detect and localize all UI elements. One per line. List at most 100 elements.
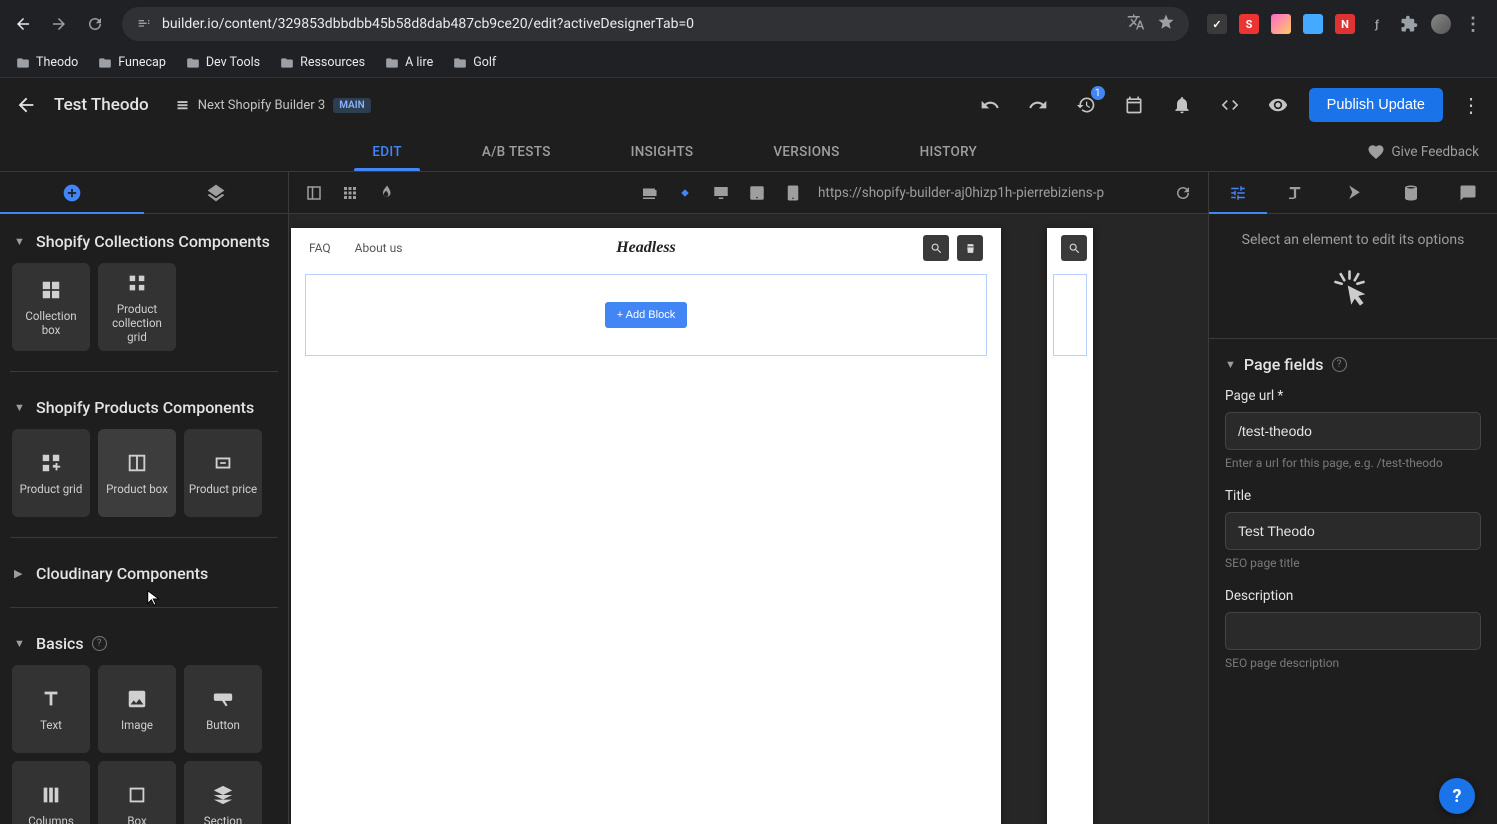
- browser-menu-icon[interactable]: ⋮: [1463, 14, 1483, 34]
- preview-frame-mobile[interactable]: [1047, 228, 1093, 824]
- profile-avatar[interactable]: [1431, 14, 1451, 34]
- browser-back-button[interactable]: [8, 9, 38, 39]
- page-url-input[interactable]: [1225, 412, 1481, 450]
- tab-history[interactable]: HISTORY: [880, 132, 1017, 171]
- cart-icon[interactable]: [957, 235, 983, 261]
- section-shopify-collections[interactable]: ▼ Shopify Collections Components: [10, 220, 278, 261]
- preview-frame-desktop[interactable]: FAQ About us Headless + Add Block: [291, 228, 1001, 824]
- tablet-button[interactable]: [742, 178, 772, 208]
- tab-abtests[interactable]: A/B TESTS: [442, 132, 591, 171]
- animate-tab[interactable]: [1324, 172, 1382, 213]
- more-options-button[interactable]: ⋮: [1457, 93, 1485, 117]
- bookmark-item[interactable]: Golf: [445, 51, 504, 74]
- section-basics[interactable]: ▼ Basics ?: [10, 622, 278, 663]
- component-columns[interactable]: Columns: [12, 761, 90, 824]
- back-button[interactable]: [12, 91, 40, 119]
- extension-icon[interactable]: ƒ: [1367, 14, 1387, 34]
- help-fab-button[interactable]: ?: [1439, 778, 1475, 814]
- chevron-down-icon: ▼: [14, 235, 28, 248]
- component-collection-box[interactable]: Collection box: [12, 263, 90, 351]
- columns-icon: [37, 781, 65, 809]
- layout-panel-button[interactable]: [299, 178, 329, 208]
- component-button[interactable]: Button: [184, 665, 262, 753]
- preview-button[interactable]: [1261, 88, 1295, 122]
- page-fields-header[interactable]: ▼ Page fields ?: [1225, 355, 1481, 374]
- desktop-wide-button[interactable]: [670, 178, 700, 208]
- extension-icon[interactable]: ✓: [1207, 14, 1227, 34]
- chevron-down-icon: ▼: [1225, 358, 1236, 371]
- layers-tab[interactable]: [144, 172, 288, 213]
- code-button[interactable]: [1213, 88, 1247, 122]
- preview-url[interactable]: https://shopify-builder-aj0hizp1h-pierre…: [818, 185, 1158, 201]
- app-header: Test Theodo Next Shopify Builder 3 MAIN …: [0, 78, 1497, 132]
- tab-insights[interactable]: INSIGHTS: [591, 132, 734, 171]
- chat-tab[interactable]: [1439, 172, 1497, 213]
- search-icon[interactable]: [1061, 235, 1087, 261]
- redo-button[interactable]: [1021, 88, 1055, 122]
- notifications-button[interactable]: [1165, 88, 1199, 122]
- section-cloudinary[interactable]: ▶ Cloudinary Components: [10, 552, 278, 593]
- model-context[interactable]: Next Shopify Builder 3 MAIN: [175, 98, 371, 113]
- section-shopify-products[interactable]: ▼ Shopify Products Components: [10, 386, 278, 427]
- bookmark-item[interactable]: A lire: [377, 51, 441, 74]
- responsive-button[interactable]: [634, 178, 664, 208]
- grid-icon: [37, 276, 65, 304]
- component-product-collection-grid[interactable]: Product collection grid: [98, 263, 176, 351]
- version-history-button[interactable]: 1: [1069, 88, 1103, 122]
- extension-icon[interactable]: [1271, 14, 1291, 34]
- bookmark-star-icon[interactable]: [1157, 13, 1175, 35]
- translate-icon[interactable]: [1127, 13, 1145, 35]
- data-tab[interactable]: [1382, 172, 1440, 213]
- bookmark-item[interactable]: Funecap: [90, 51, 174, 74]
- extensions-menu-icon[interactable]: [1399, 14, 1419, 34]
- extension-icon[interactable]: [1303, 14, 1323, 34]
- site-settings-icon[interactable]: [136, 16, 152, 32]
- component-image[interactable]: Image: [98, 665, 176, 753]
- browser-url-bar[interactable]: builder.io/content/329853dbbdbb45b58d8da…: [122, 7, 1189, 41]
- right-sidebar: Select an element to edit its options ▼: [1208, 172, 1497, 824]
- empty-content-block[interactable]: + Add Block: [305, 274, 987, 356]
- canvas-viewport[interactable]: FAQ About us Headless + Add Block: [289, 214, 1208, 824]
- tab-versions[interactable]: VERSIONS: [733, 132, 879, 171]
- extension-icon[interactable]: N: [1335, 14, 1355, 34]
- mobile-button[interactable]: [778, 178, 808, 208]
- bookmark-item[interactable]: Theodo: [8, 51, 86, 74]
- desktop-button[interactable]: [706, 178, 736, 208]
- undo-button[interactable]: [973, 88, 1007, 122]
- give-feedback-button[interactable]: Give Feedback: [1349, 132, 1497, 171]
- price-icon: [209, 449, 237, 477]
- bookmark-item[interactable]: Dev Tools: [178, 51, 268, 74]
- main-badge: MAIN: [333, 98, 370, 113]
- browser-reload-button[interactable]: [80, 9, 110, 39]
- refresh-preview-button[interactable]: [1168, 178, 1198, 208]
- main-area: ▼ Shopify Collections Components Collect…: [0, 172, 1497, 824]
- description-input[interactable]: [1225, 612, 1481, 650]
- heatmap-button[interactable]: [371, 178, 401, 208]
- site-logo[interactable]: Headless: [616, 239, 676, 257]
- add-block-button[interactable]: + Add Block: [605, 302, 687, 328]
- insert-tab[interactable]: [0, 172, 144, 213]
- component-product-price[interactable]: Product price: [184, 429, 262, 517]
- search-icon[interactable]: [923, 235, 949, 261]
- schedule-button[interactable]: [1117, 88, 1151, 122]
- component-product-box[interactable]: Product box: [98, 429, 176, 517]
- grid-toggle-button[interactable]: [335, 178, 365, 208]
- nav-link-about[interactable]: About us: [355, 241, 403, 255]
- options-tab[interactable]: [1209, 172, 1267, 213]
- extension-icon[interactable]: S: [1239, 14, 1259, 34]
- help-icon[interactable]: ?: [92, 636, 107, 651]
- component-product-grid[interactable]: Product grid: [12, 429, 90, 517]
- component-section[interactable]: Section: [184, 761, 262, 824]
- nav-link-faq[interactable]: FAQ: [309, 241, 331, 255]
- component-box[interactable]: Box: [98, 761, 176, 824]
- tab-edit[interactable]: EDIT: [332, 132, 442, 171]
- help-icon[interactable]: ?: [1332, 357, 1347, 372]
- bookmark-item[interactable]: Ressources: [272, 51, 373, 74]
- browser-toolbar: builder.io/content/329853dbbdbb45b58d8da…: [0, 0, 1497, 48]
- title-input[interactable]: [1225, 512, 1481, 550]
- browser-forward-button[interactable]: [44, 9, 74, 39]
- component-text[interactable]: Text: [12, 665, 90, 753]
- publish-button[interactable]: Publish Update: [1309, 88, 1443, 122]
- select-element-icon: [1332, 268, 1374, 310]
- style-tab[interactable]: [1267, 172, 1325, 213]
